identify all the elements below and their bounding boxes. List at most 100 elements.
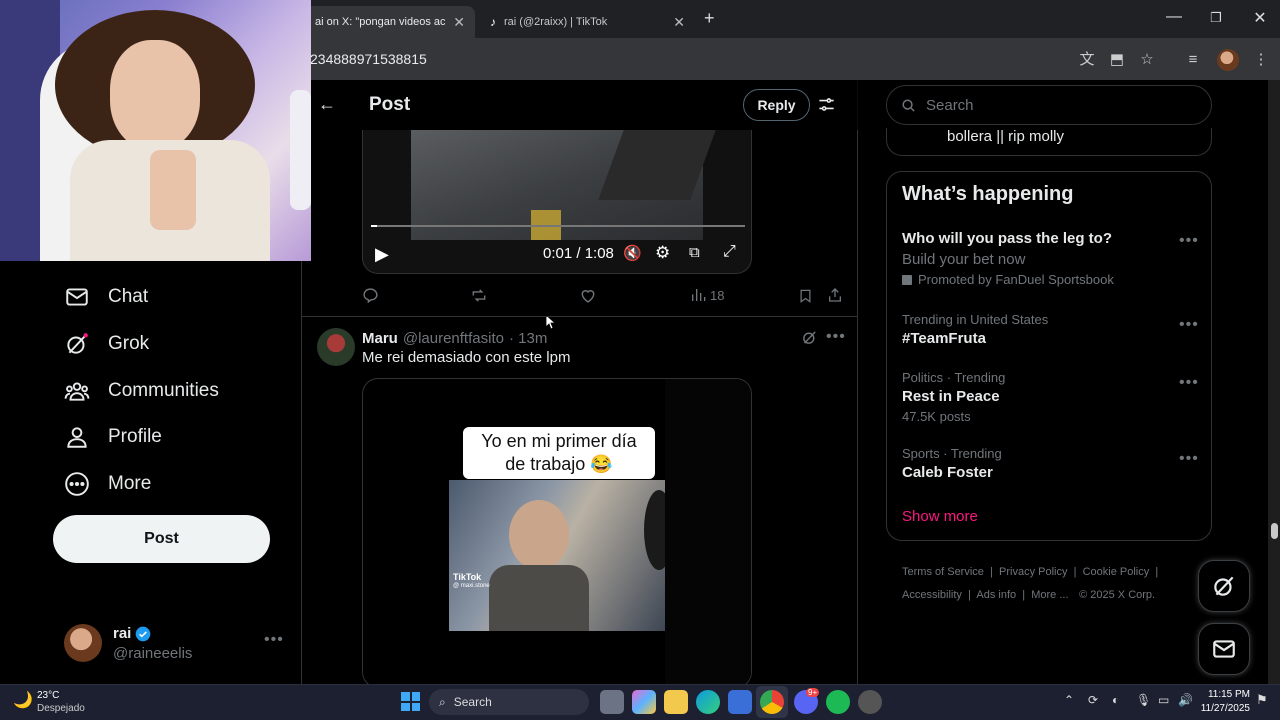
trend-more-icon[interactable]: ••• <box>1179 450 1199 468</box>
volume-icon[interactable]: 🔊 <box>1178 693 1193 707</box>
grok-icon <box>67 333 88 354</box>
like-icon[interactable] <box>579 287 597 304</box>
close-window-icon[interactable]: ✕ <box>1240 8 1280 28</box>
video-progress-track[interactable] <box>371 225 745 227</box>
reply-button[interactable]: Reply <box>743 89 810 121</box>
scrollbar-thumb[interactable] <box>1271 523 1278 539</box>
views-label: 18 <box>710 287 725 303</box>
profile-avatar-icon[interactable] <box>1217 49 1239 71</box>
windows-start-icon[interactable] <box>401 692 420 711</box>
nav-item-more[interactable]: More <box>64 464 151 504</box>
new-tab-button[interactable]: + <box>704 8 715 29</box>
messages-fab[interactable] <box>1198 623 1250 675</box>
back-arrow-icon[interactable]: ← <box>318 94 336 115</box>
nav-label: Communities <box>108 380 219 401</box>
tiktok-watermark-handle: @ maxi.stone <box>453 583 490 589</box>
trend-item[interactable]: Politics · Trending Rest in Peace 47.5K … <box>902 370 1182 424</box>
tray-chevron-icon[interactable]: ⌃ <box>1064 693 1074 707</box>
account-switcher[interactable]: rai @raineeelis ••• <box>64 623 294 663</box>
panel-title: What’s happening <box>902 183 1074 205</box>
footer-cookies[interactable]: Cookie Policy <box>1083 566 1150 578</box>
tab-tiktok[interactable]: ♪ rai (@2raixx) | TikTok ✕ <box>480 6 695 38</box>
author-handle[interactable]: @laurenftfasito <box>403 330 504 347</box>
nav-item-grok[interactable]: Grok <box>64 324 149 364</box>
bookmark-star-icon[interactable]: ☆ <box>1136 49 1158 71</box>
trend-more-icon[interactable]: ••• <box>1179 316 1199 334</box>
tab-title: ai on X: "pongan videos acá para un <box>315 16 445 28</box>
play-icon[interactable]: ▶ <box>375 244 389 265</box>
whats-happening-panel: What’s happening Who will you pass the l… <box>886 171 1212 541</box>
weather-temp[interactable]: 23°C <box>37 690 59 701</box>
tab-x-post[interactable]: ai on X: "pongan videos acá para un ✕ <box>305 6 475 38</box>
footer-more[interactable]: More ... <box>1031 589 1068 601</box>
nav-label: Grok <box>108 333 150 354</box>
minimize-icon[interactable]: — <box>1154 8 1194 26</box>
share-icon[interactable] <box>827 286 843 304</box>
picture-in-picture-icon[interactable]: ⧉ <box>689 244 700 261</box>
obs-icon[interactable] <box>858 690 882 714</box>
address-bar[interactable]: 234888971538815 <box>310 51 427 67</box>
restore-icon[interactable]: ❐ <box>1196 10 1236 26</box>
video-player[interactable]: ▶ 0:01 / 1:08 🔇 ⚙ ⧉ ⤢ <box>362 130 752 274</box>
trend-meta: Sports · Trending <box>902 446 1002 461</box>
clock-date[interactable]: 11/27/2025 <box>1196 703 1250 714</box>
account-name: rai <box>113 625 132 642</box>
grok-explain-icon[interactable] <box>801 329 818 346</box>
gear-icon[interactable]: ⚙ <box>655 243 670 263</box>
search-input[interactable]: Search <box>886 85 1212 125</box>
trend-more-icon[interactable]: ••• <box>1179 374 1199 392</box>
settings-sliders-icon[interactable] <box>817 95 836 114</box>
video-progress-fill <box>371 225 377 227</box>
footer-accessibility[interactable]: Accessibility <box>902 589 962 601</box>
weather-desc[interactable]: Despejado <box>37 703 85 714</box>
trend-item[interactable]: Trending in United States #TeamFruta <box>902 312 1182 347</box>
network-icon[interactable]: ▭ <box>1158 693 1169 707</box>
footer-ads-info[interactable]: Ads info <box>976 589 1016 601</box>
close-icon[interactable]: ✕ <box>453 14 465 31</box>
copilot-icon[interactable] <box>632 690 656 714</box>
reply-icon[interactable] <box>362 287 379 304</box>
bookmark-icon[interactable] <box>798 287 813 305</box>
notification-icon[interactable]: ⚑ <box>1256 692 1268 708</box>
menu-kebab-icon[interactable]: ⋮ <box>1250 49 1272 71</box>
store-icon[interactable] <box>728 690 752 714</box>
install-app-icon[interactable]: ⬒ <box>1106 49 1128 71</box>
taskbar-search[interactable]: ⌕ Search <box>429 689 589 715</box>
microphone-icon[interactable]: 🎙 <box>1136 693 1151 707</box>
spotify-icon[interactable] <box>826 690 850 714</box>
author-name[interactable]: Maru <box>362 330 398 347</box>
trend-item[interactable]: Sports · Trending Caleb Foster <box>902 446 1182 481</box>
translate-icon[interactable]: 文 <box>1076 49 1098 71</box>
show-more-link[interactable]: Show more <box>902 508 978 525</box>
tray-app-icon[interactable]: ⟳ <box>1088 693 1098 707</box>
repost-icon[interactable] <box>470 287 488 304</box>
edge-icon[interactable] <box>696 690 720 714</box>
task-view-icon[interactable] <box>600 690 624 714</box>
tweet-more-icon[interactable]: ••• <box>826 328 846 346</box>
post-button[interactable]: Post <box>53 515 270 563</box>
fullscreen-icon[interactable]: ⤢ <box>723 243 736 261</box>
avatar[interactable] <box>317 328 355 366</box>
tweet-video[interactable]: Yo en mi primer día de trabajo 😂 TikTok … <box>362 378 752 688</box>
footer-privacy[interactable]: Privacy Policy <box>999 566 1067 578</box>
moon-weather-icon[interactable]: 🌙 <box>13 690 33 710</box>
nav-item-communities[interactable]: Communities <box>64 371 219 411</box>
file-explorer-icon[interactable] <box>664 690 688 714</box>
account-more-icon[interactable]: ••• <box>264 631 284 649</box>
mute-icon[interactable]: 🔇 <box>623 244 642 262</box>
close-icon[interactable]: ✕ <box>673 14 685 31</box>
clock-time[interactable]: 11:15 PM <box>1200 689 1250 700</box>
nav-item-chat[interactable]: Chat <box>64 277 148 317</box>
grok-fab[interactable] <box>1198 560 1250 612</box>
trend-item-promoted[interactable]: Who will you pass the leg to? Build your… <box>902 230 1202 287</box>
tray-app-icon-2[interactable]: ◐ <box>1112 693 1119 707</box>
tab-title: rai (@2raixx) | TikTok <box>504 16 608 28</box>
footer-terms[interactable]: Terms of Service <box>902 566 984 578</box>
media-controls-icon[interactable]: ≡ <box>1182 49 1204 71</box>
page-scrollbar[interactable] <box>1268 80 1280 684</box>
nav-item-profile[interactable]: Profile <box>64 417 162 457</box>
chrome-icon[interactable] <box>760 690 784 714</box>
views-count[interactable]: 18 <box>690 287 724 303</box>
tweet-time[interactable]: · 13m <box>509 330 547 347</box>
trend-more-icon[interactable]: ••• <box>1179 232 1199 250</box>
